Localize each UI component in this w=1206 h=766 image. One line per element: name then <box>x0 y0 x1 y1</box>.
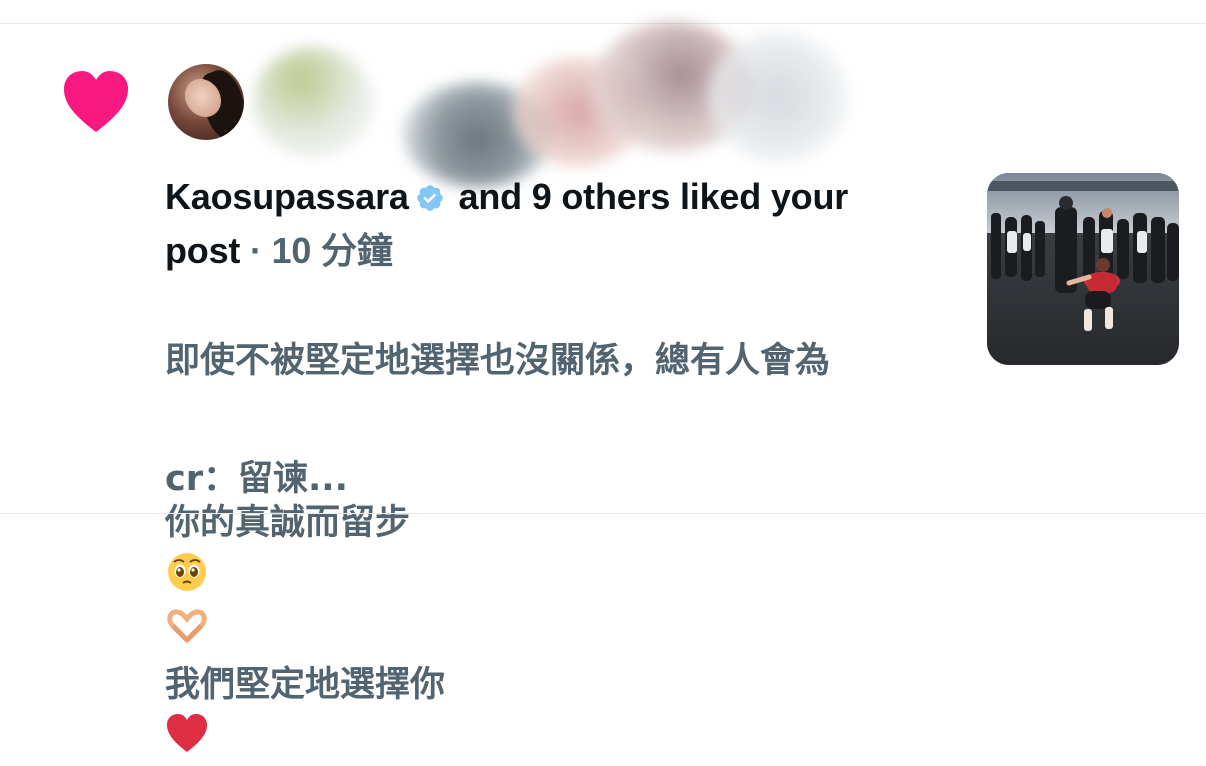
timestamp: 10 分鐘 <box>271 230 393 271</box>
red-heart-icon <box>167 714 207 752</box>
thumbnail-image <box>987 173 1179 365</box>
blurred-avatar <box>708 32 848 162</box>
verified-badge-icon <box>416 185 443 211</box>
post-preview-text: 即使不被堅定地選擇也沒關係，總有人會為 你的真誠而留步 我們堅定地選擇你 <box>165 280 945 766</box>
bottom-divider <box>0 513 1206 514</box>
separator-dot: · <box>240 230 272 271</box>
top-divider <box>0 23 1206 24</box>
pleading-face-icon <box>168 553 206 591</box>
liker-name[interactable]: Kaosupassara <box>165 176 409 217</box>
notification-headline: Kaosupassara and 9 others liked your pos… <box>165 170 945 278</box>
action-text-post: post <box>165 230 241 271</box>
post-media-thumbnail[interactable] <box>987 173 1179 365</box>
liker-avatars[interactable] <box>168 22 868 187</box>
action-text: and 9 others liked your <box>458 176 849 217</box>
avatar[interactable] <box>168 64 244 140</box>
heart-hands-icon <box>167 609 207 644</box>
post-text-line2: 你的真誠而留步 <box>165 503 411 543</box>
blurred-avatar <box>253 47 373 157</box>
post-text-line1: 即使不被堅定地選擇也沒關係，總有人會為 <box>165 341 831 381</box>
post-text-line2b: 我們堅定地選擇你 <box>165 665 446 705</box>
heart-icon <box>64 71 128 132</box>
post-credit-text: cr：留谏... <box>165 459 348 499</box>
